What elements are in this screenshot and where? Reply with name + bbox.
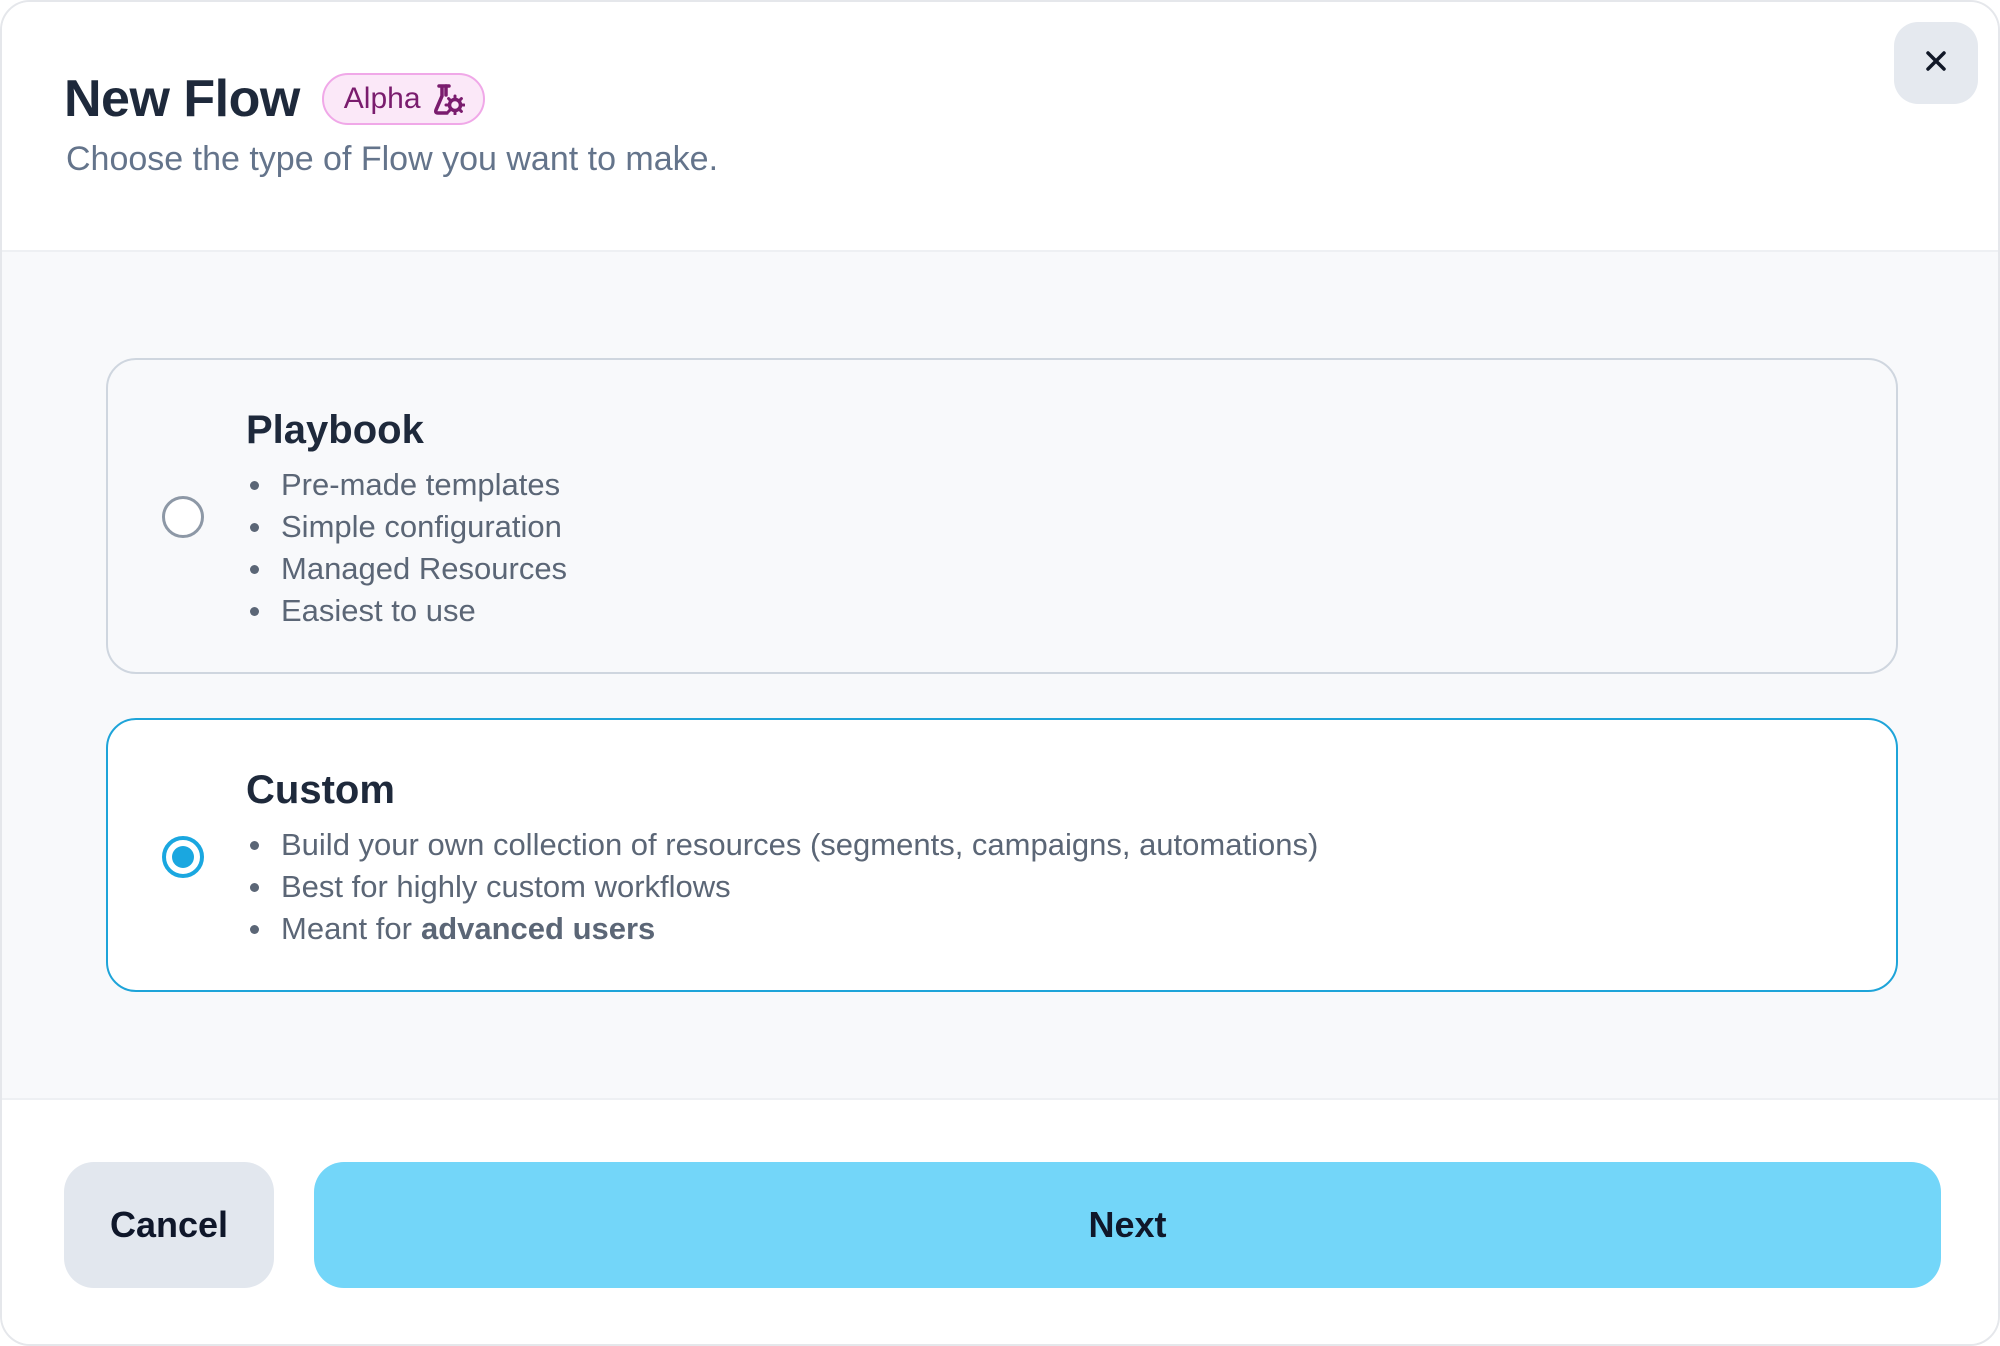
option-feature-list: Build your own collection of resources (… bbox=[246, 824, 1318, 950]
list-item: Pre-made templates bbox=[246, 464, 567, 506]
dialog-header: New Flow Alpha Choose the type of Flow y… bbox=[2, 2, 1998, 252]
list-item: Best for highly custom workflows bbox=[246, 866, 1318, 908]
option-feature-list: Pre-made templates Simple configuration … bbox=[246, 464, 567, 632]
dialog-footer: Cancel Next bbox=[2, 1100, 1998, 1344]
custom-radio-selected[interactable] bbox=[162, 836, 204, 878]
new-flow-dialog: New Flow Alpha Choose the type of Flow y… bbox=[0, 0, 2000, 1346]
cancel-button[interactable]: Cancel bbox=[64, 1162, 274, 1288]
next-button[interactable]: Next bbox=[314, 1162, 1941, 1288]
title-row: New Flow Alpha bbox=[64, 64, 485, 134]
list-item: Easiest to use bbox=[246, 590, 567, 632]
close-icon bbox=[1925, 50, 1947, 77]
alpha-badge: Alpha bbox=[321, 73, 485, 125]
list-item: Meant for advanced users bbox=[246, 908, 1318, 950]
advanced-users-emphasis: advanced users bbox=[420, 911, 656, 946]
bullet-icon bbox=[250, 882, 259, 892]
list-item: Managed Resources bbox=[246, 548, 567, 590]
dialog-body: Playbook Pre-made templates Simple confi… bbox=[2, 252, 1998, 1100]
playbook-radio[interactable] bbox=[162, 496, 204, 538]
bullet-icon bbox=[250, 606, 259, 616]
list-item: Simple configuration bbox=[246, 506, 567, 548]
option-title: Playbook bbox=[246, 408, 424, 452]
close-button[interactable] bbox=[1894, 22, 1978, 104]
bullet-icon bbox=[250, 924, 259, 934]
list-item: Build your own collection of resources (… bbox=[246, 824, 1318, 866]
option-title: Custom bbox=[246, 768, 395, 812]
bullet-icon bbox=[250, 564, 259, 574]
bullet-icon bbox=[250, 840, 259, 850]
dialog-title: New Flow bbox=[64, 70, 300, 128]
flask-gear-icon bbox=[433, 83, 466, 116]
option-playbook[interactable]: Playbook Pre-made templates Simple confi… bbox=[106, 358, 1898, 674]
bullet-icon bbox=[250, 480, 259, 490]
dialog-subtitle: Choose the type of Flow you want to make… bbox=[66, 140, 719, 178]
alpha-badge-label: Alpha bbox=[343, 82, 421, 115]
bullet-icon bbox=[250, 522, 259, 532]
option-custom[interactable]: Custom Build your own collection of reso… bbox=[106, 718, 1898, 992]
